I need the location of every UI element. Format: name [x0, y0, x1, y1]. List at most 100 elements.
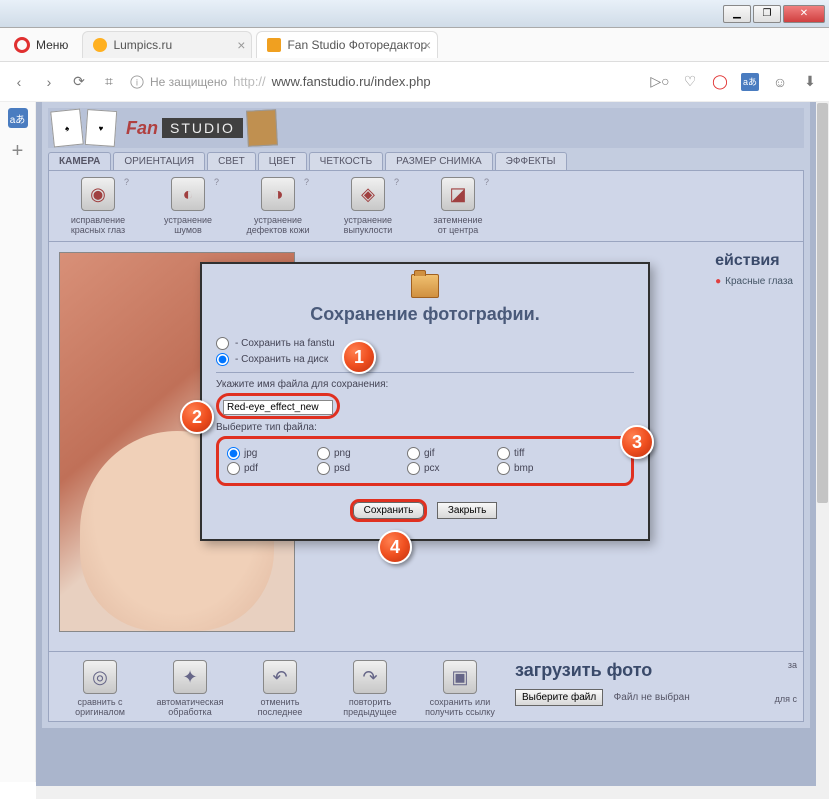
scrollbar-horizontal[interactable]	[36, 786, 816, 799]
opera-ext-icon[interactable]: ◯	[711, 73, 729, 91]
radio-input[interactable]	[317, 462, 330, 475]
close-icon[interactable]: ×	[237, 37, 245, 53]
tab-fanstudio[interactable]: Fan Studio Фоторедактор ×	[256, 31, 438, 58]
ft-tiff[interactable]: tiff	[497, 447, 537, 460]
tool-redeye[interactable]: ?◉исправлениекрасных глаз	[53, 177, 143, 235]
tab-color[interactable]: ЦВЕТ	[258, 152, 307, 170]
tab-light[interactable]: СВЕТ	[207, 152, 256, 170]
auto-icon: ✦	[173, 660, 207, 694]
radio-input[interactable]	[497, 447, 510, 460]
favicon-icon	[93, 38, 107, 52]
vpn-icon[interactable]: ▷○	[651, 73, 669, 91]
reload-button[interactable]: ⟳	[70, 73, 88, 91]
radio-input[interactable]	[227, 462, 240, 475]
btool-save[interactable]: ▣сохранить илиполучить ссылку	[415, 660, 505, 717]
filetype-label: Выберите тип файла:	[216, 422, 634, 433]
actions-item[interactable]: ●Красные глаза	[715, 276, 793, 287]
close-dialog-button[interactable]: Закрыть	[437, 502, 498, 519]
tab-effects[interactable]: ЭФФЕКТЫ	[495, 152, 567, 170]
save-icon: ▣	[443, 660, 477, 694]
back-button[interactable]: ‹	[10, 73, 28, 91]
tool-noise[interactable]: ?◐устранениешумов	[143, 177, 233, 235]
add-sidebar-button[interactable]: +	[12, 140, 24, 163]
divider	[216, 372, 634, 373]
ft-gif[interactable]: gif	[407, 447, 447, 460]
close-icon[interactable]: ×	[423, 37, 431, 53]
filename-input[interactable]	[223, 400, 333, 415]
filetype-row: jpg png gif tiff	[227, 447, 623, 460]
redeye-icon: ◉	[81, 177, 115, 211]
maximize-button[interactable]: ❐	[753, 5, 781, 23]
actions-heading: ействия	[715, 252, 779, 269]
option-label: - Сохранить на fanstu	[235, 338, 335, 349]
tool-label: исправление	[53, 215, 143, 225]
radio-input[interactable]	[407, 462, 420, 475]
tab-lumpics[interactable]: Lumpics.ru ×	[82, 31, 252, 58]
translate-sidebar-icon[interactable]: aあ	[8, 108, 28, 128]
undo-icon: ↶	[263, 660, 297, 694]
translate-icon[interactable]: aあ	[741, 73, 759, 91]
radio-input[interactable]	[497, 462, 510, 475]
tool-bulge[interactable]: ?◈устранениевыпуклости	[323, 177, 413, 235]
btool-label: последнее	[235, 707, 325, 717]
option-label: - Сохранить на диск	[235, 354, 328, 365]
tab-size[interactable]: РАЗМЕР СНИМКА	[385, 152, 493, 170]
radio-input[interactable]	[407, 447, 420, 460]
close-button[interactable]: ✕	[783, 5, 825, 23]
btool-label: повторить	[325, 697, 415, 707]
forward-button[interactable]: ›	[40, 73, 58, 91]
opera-menu-button[interactable]: Меню	[4, 33, 78, 57]
tab-sharpness[interactable]: ЧЕТКОСТЬ	[309, 152, 384, 170]
save-option-fanstudio[interactable]: - Сохранить на fanstu	[216, 337, 634, 350]
address-bar: ‹ › ⟳ ⌗ i Не защищено http:// www.fanstu…	[0, 62, 829, 102]
tab-title: Lumpics.ru	[113, 38, 172, 52]
radio-input[interactable]	[216, 353, 229, 366]
save-option-disk[interactable]: - Сохранить на диск	[216, 353, 634, 366]
scrollbar-vertical[interactable]	[816, 102, 829, 799]
compare-icon: ◎	[83, 660, 117, 694]
scroll-thumb[interactable]	[817, 103, 828, 503]
filename-label: Укажите имя файла для сохранения:	[216, 379, 634, 390]
tool-vignette[interactable]: ?◪затемнениеот центра	[413, 177, 503, 235]
ft-jpg[interactable]: jpg	[227, 447, 267, 460]
btool-compare[interactable]: ◎сравнить соригиналом	[55, 660, 145, 717]
stamp-icon	[246, 109, 278, 147]
radio-input[interactable]	[227, 447, 240, 460]
tab-orientation[interactable]: ОРИЕНТАЦИЯ	[113, 152, 205, 170]
logo-script: Fan	[126, 118, 158, 139]
btool-undo[interactable]: ↶отменитьпоследнее	[235, 660, 325, 717]
btool-auto[interactable]: ✦автоматическаяобработка	[145, 660, 235, 717]
choose-file-button[interactable]: Выберите файл	[515, 689, 603, 706]
tool-label: устранение	[233, 215, 323, 225]
ft-pdf[interactable]: pdf	[227, 462, 267, 475]
btool-label: получить ссылку	[415, 707, 505, 717]
btool-redo[interactable]: ↷повторитьпредыдущее	[325, 660, 415, 717]
save-button[interactable]: Сохранить	[353, 502, 425, 519]
ft-bmp[interactable]: bmp	[497, 462, 537, 475]
tool-label: устранение	[323, 215, 413, 225]
opera-icon	[14, 37, 30, 53]
menu-label: Меню	[36, 38, 68, 52]
ft-pcx[interactable]: pcx	[407, 462, 447, 475]
cut-text: за для с	[757, 660, 797, 704]
redo-icon: ↷	[353, 660, 387, 694]
radio-input[interactable]	[317, 447, 330, 460]
annotation-2: 2	[180, 400, 214, 434]
annotation-3: 3	[620, 425, 654, 459]
ft-psd[interactable]: psd	[317, 462, 357, 475]
tool-label: устранение	[143, 215, 233, 225]
profile-icon[interactable]: ☺	[771, 73, 789, 91]
url-field[interactable]: i Не защищено http:// www.fanstudio.ru/i…	[130, 74, 639, 89]
minimize-button[interactable]: ▁	[723, 5, 751, 23]
btool-label: автоматическая	[145, 697, 235, 707]
filename-highlight	[216, 393, 340, 419]
tool-skin[interactable]: ?◑устранениедефектов кожи	[233, 177, 323, 235]
download-icon[interactable]: ⬇	[801, 73, 819, 91]
radio-input[interactable]	[216, 337, 229, 350]
tab-camera[interactable]: КАМЕРА	[48, 152, 111, 170]
ft-label: psd	[334, 463, 350, 474]
security-label: Не защищено	[150, 75, 227, 89]
speeddial-button[interactable]: ⌗	[100, 73, 118, 91]
bookmark-icon[interactable]: ♡	[681, 73, 699, 91]
ft-png[interactable]: png	[317, 447, 357, 460]
